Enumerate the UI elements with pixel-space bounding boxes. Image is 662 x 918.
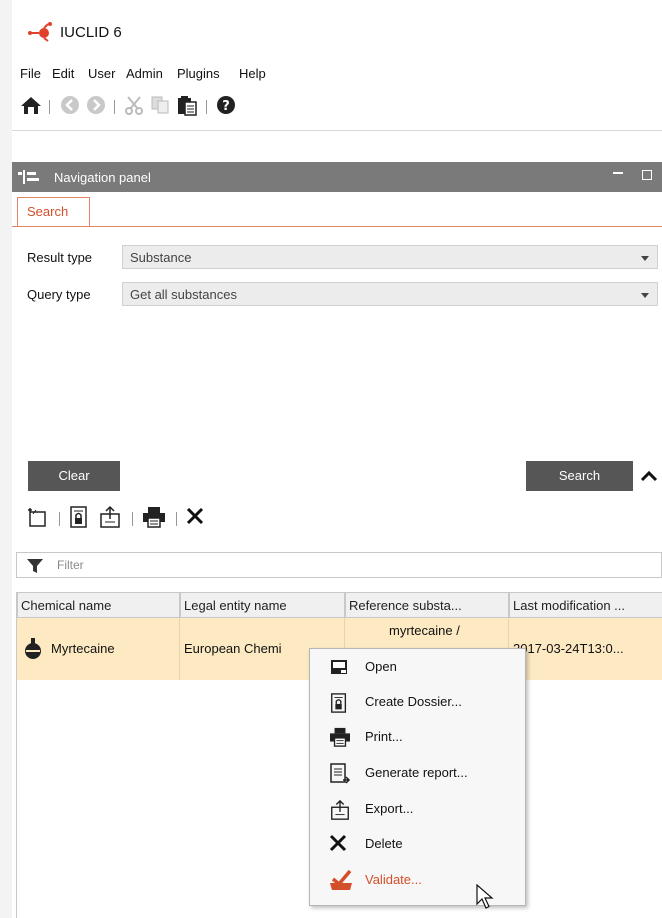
navigation-panel-title: Navigation panel: [54, 170, 151, 185]
cell-last-modification: 2017-03-24T13:0...: [509, 618, 662, 680]
toolbar-separator: [176, 512, 177, 526]
print-icon[interactable]: [142, 506, 166, 531]
mouse-pointer-icon: [476, 883, 496, 913]
validate-icon: [329, 869, 352, 890]
result-action-toolbar: [12, 497, 662, 539]
context-menu-print[interactable]: Print...: [310, 722, 525, 752]
legal-entity-text: European Chemi: [184, 641, 282, 656]
context-menu-generate-report[interactable]: Generate report...: [310, 758, 525, 788]
tab-search[interactable]: Search: [17, 197, 90, 227]
tab-underline: [12, 226, 662, 227]
create-dossier-icon: [329, 692, 349, 713]
result-type-label: Result type: [27, 250, 93, 265]
minimize-icon[interactable]: [613, 172, 623, 174]
context-menu-export[interactable]: Export...: [310, 794, 525, 824]
reference-substance-text: myrtecaine /: [389, 623, 460, 638]
back-icon[interactable]: [60, 95, 80, 118]
toolbar-separator: [132, 512, 133, 526]
context-menu-label: Generate report...: [365, 765, 468, 780]
toolbar-separator: [59, 512, 60, 526]
collapse-chevron-up-icon[interactable]: [640, 470, 658, 485]
title-bar: IUCLID 6: [12, 0, 662, 58]
navigation-signpost-icon: [18, 170, 42, 187]
query-type-select[interactable]: Get all substances: [122, 282, 658, 306]
new-icon[interactable]: [26, 506, 48, 531]
tab-search-label: Search: [27, 204, 69, 219]
filter-funnel-icon: [27, 559, 43, 576]
menu-help[interactable]: Help: [239, 66, 266, 81]
substance-flask-icon: [23, 638, 43, 663]
context-menu-label: Open: [365, 659, 397, 674]
print-icon: [329, 727, 350, 747]
delete-icon[interactable]: [186, 507, 204, 528]
chevron-down-icon: [641, 256, 649, 261]
cut-icon[interactable]: [124, 95, 144, 118]
column-header-chemical-name[interactable]: Chemical name: [17, 592, 180, 618]
create-dossier-icon[interactable]: [68, 505, 90, 532]
cell-chemical-name: Myrtecaine: [17, 618, 180, 680]
column-header-reference-substance[interactable]: Reference substa...: [345, 592, 509, 618]
export-icon: [329, 799, 349, 820]
search-button[interactable]: Search: [526, 461, 633, 491]
copy-icon[interactable]: [150, 95, 170, 118]
context-menu-label: Delete: [365, 836, 403, 851]
menu-bar: File Edit User Admin Plugins Help: [12, 60, 662, 86]
toolbar-separator: [114, 100, 115, 114]
filter-input[interactable]: Filter: [16, 552, 662, 578]
export-icon[interactable]: [98, 505, 122, 532]
clear-button[interactable]: Clear: [28, 461, 120, 491]
context-menu-create-dossier[interactable]: Create Dossier...: [310, 687, 525, 717]
menu-plugins[interactable]: Plugins: [177, 66, 220, 81]
forward-icon[interactable]: [86, 95, 106, 118]
maximize-icon[interactable]: [642, 170, 652, 180]
result-type-select[interactable]: Substance: [122, 245, 658, 269]
menu-admin[interactable]: Admin: [126, 66, 163, 81]
filter-placeholder: Filter: [57, 558, 84, 572]
last-modification-text: 2017-03-24T13:0...: [513, 641, 624, 656]
paste-icon[interactable]: [176, 94, 198, 119]
context-menu-delete[interactable]: Delete: [310, 829, 525, 859]
report-icon: [329, 763, 351, 784]
toolbar-divider: [12, 130, 662, 131]
help-icon[interactable]: ?: [216, 95, 236, 118]
menu-user[interactable]: User: [88, 66, 115, 81]
context-menu: Open Create Dossier... Print... Generate…: [309, 648, 526, 906]
app-title: IUCLID 6: [60, 24, 122, 41]
chemical-name-text: Myrtecaine: [51, 641, 115, 656]
context-menu-label: Create Dossier...: [365, 694, 462, 709]
navigation-panel-header: Navigation panel: [12, 162, 662, 192]
svg-text:?: ?: [222, 99, 230, 114]
toolbar-separator: [49, 100, 50, 114]
query-type-value: Get all substances: [130, 287, 237, 302]
open-icon: [329, 657, 349, 677]
column-header-legal-entity[interactable]: Legal entity name: [180, 592, 345, 618]
delete-icon: [329, 834, 349, 854]
chevron-down-icon: [641, 293, 649, 298]
context-menu-open[interactable]: Open: [310, 652, 525, 682]
query-type-label: Query type: [27, 287, 91, 302]
window-left-edge: [0, 0, 12, 918]
result-type-value: Substance: [130, 250, 192, 265]
column-header-last-modification[interactable]: Last modification ...: [509, 592, 662, 618]
context-menu-label: Export...: [365, 801, 414, 816]
main-toolbar: ?: [12, 86, 662, 126]
menu-file[interactable]: File: [20, 66, 41, 81]
context-menu-label: Print...: [365, 729, 403, 744]
toolbar-separator: [206, 100, 207, 114]
iuclid-logo-icon: [28, 22, 54, 42]
menu-edit[interactable]: Edit: [52, 66, 74, 81]
context-menu-label: Validate...: [365, 872, 422, 887]
home-icon[interactable]: [20, 95, 42, 118]
